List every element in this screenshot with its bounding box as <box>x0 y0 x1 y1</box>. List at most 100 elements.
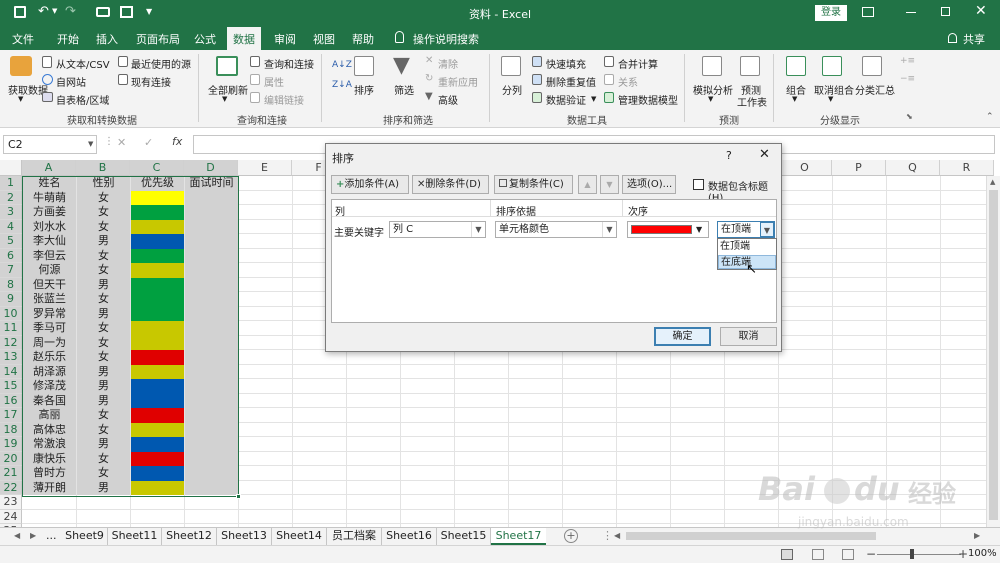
header-checkbox[interactable] <box>693 179 704 190</box>
cell[interactable] <box>185 219 238 234</box>
options-button[interactable]: 选项(O)... <box>622 175 676 194</box>
column-header[interactable]: C <box>130 160 184 176</box>
cell[interactable]: 女 <box>77 219 130 234</box>
row-header[interactable]: 23 <box>0 495 22 510</box>
select-all-corner[interactable] <box>0 160 22 176</box>
cell[interactable]: 性别 <box>77 176 130 191</box>
cell[interactable] <box>131 495 184 510</box>
position-select[interactable]: 在顶端 ▼ <box>717 221 775 238</box>
add-sheet-icon[interactable]: + <box>564 529 578 543</box>
existing-connections-button[interactable]: 现有连接 <box>131 74 171 89</box>
cell[interactable] <box>131 437 184 452</box>
column-header[interactable]: R <box>940 160 994 176</box>
relationships-button[interactable]: 关系 <box>618 74 638 89</box>
row-header[interactable]: 13 <box>0 350 22 365</box>
row-header[interactable]: 14 <box>0 364 22 379</box>
sheet-tab[interactable]: Sheet12 <box>162 528 217 545</box>
row-header[interactable]: 21 <box>0 466 22 481</box>
cell[interactable] <box>185 234 238 249</box>
position-option-top[interactable]: 在顶端 <box>718 240 776 254</box>
zoom-level[interactable]: 100% <box>968 548 997 559</box>
cell[interactable]: 女 <box>77 321 130 336</box>
cell[interactable]: 女 <box>77 248 130 263</box>
cell[interactable]: 高丽 <box>23 408 76 423</box>
from-table-button[interactable]: 自表格/区域 <box>56 92 109 107</box>
page-break-view-icon[interactable] <box>842 549 854 560</box>
cell[interactable] <box>131 350 184 365</box>
sheet-tab[interactable]: Sheet9 <box>62 528 108 545</box>
add-level-button[interactable]: +添加条件(A) <box>331 175 409 194</box>
cell[interactable] <box>131 393 184 408</box>
cell[interactable] <box>131 422 184 437</box>
data-validation-dropdown-icon[interactable]: ▼ <box>591 95 596 103</box>
cell[interactable]: 女 <box>77 263 130 278</box>
cell[interactable] <box>185 408 238 423</box>
cell[interactable] <box>131 292 184 307</box>
cell[interactable]: 常激浪 <box>23 437 76 452</box>
text-to-columns-button[interactable]: 分列 <box>502 82 522 97</box>
tab-insert[interactable]: 插入 <box>96 31 118 47</box>
cell[interactable] <box>185 393 238 408</box>
cell[interactable] <box>185 422 238 437</box>
close-icon[interactable]: ✕ <box>975 3 987 19</box>
cell[interactable] <box>131 408 184 423</box>
cell[interactable]: 男 <box>77 364 130 379</box>
cell[interactable] <box>131 248 184 263</box>
row-header[interactable]: 24 <box>0 509 22 524</box>
cell[interactable]: 方画姜 <box>23 205 76 220</box>
scroll-thumb[interactable] <box>989 190 998 520</box>
cell[interactable]: 女 <box>77 335 130 350</box>
edit-links-button[interactable]: 编辑链接 <box>264 92 304 107</box>
zoom-out-icon[interactable]: − <box>866 547 876 561</box>
cell[interactable] <box>185 248 238 263</box>
cell[interactable]: 何源 <box>23 263 76 278</box>
tab-data[interactable]: 数据 <box>227 27 261 50</box>
cancel-button[interactable]: 取消 <box>720 327 777 346</box>
cell[interactable] <box>185 205 238 220</box>
cell[interactable]: 修泽茂 <box>23 379 76 394</box>
enter-formula-icon[interactable]: ✓ <box>144 136 153 149</box>
cell[interactable]: 赵乐乐 <box>23 350 76 365</box>
get-data-dropdown-icon[interactable]: ▼ <box>18 95 23 103</box>
cell[interactable] <box>23 495 76 510</box>
order-color-select[interactable]: ▼ <box>627 221 709 238</box>
row-header[interactable]: 6 <box>0 248 22 263</box>
cell[interactable]: 男 <box>77 480 130 495</box>
group-dropdown-icon[interactable]: ▼ <box>792 95 797 103</box>
zoom-in-icon[interactable]: + <box>958 547 968 561</box>
column-header[interactable]: P <box>832 160 886 176</box>
cell[interactable]: 女 <box>77 451 130 466</box>
remove-duplicates-button[interactable]: 删除重复值 <box>546 74 596 89</box>
hscroll-thumb[interactable] <box>626 532 876 540</box>
cell[interactable] <box>131 234 184 249</box>
consolidate-button[interactable]: 合并计算 <box>618 56 658 71</box>
row-header[interactable]: 11 <box>0 321 22 336</box>
cell[interactable]: 张蓝兰 <box>23 292 76 307</box>
subtotal-button[interactable]: 分类汇总 <box>855 82 895 97</box>
cell[interactable]: 男 <box>77 393 130 408</box>
cell[interactable] <box>185 364 238 379</box>
sheet-tab-active[interactable]: Sheet17 <box>491 528 546 545</box>
cell[interactable]: 女 <box>77 422 130 437</box>
move-up-button[interactable]: ▲ <box>578 175 597 194</box>
row-header[interactable]: 9 <box>0 292 22 307</box>
name-box-dropdown-icon[interactable]: ▼ <box>88 140 93 148</box>
login-button[interactable]: 登录 <box>815 5 847 21</box>
row-header[interactable]: 22 <box>0 480 22 495</box>
fill-handle[interactable] <box>236 494 241 499</box>
cell[interactable]: 男 <box>77 437 130 452</box>
row-header[interactable]: 8 <box>0 277 22 292</box>
cell[interactable]: 牛萌萌 <box>23 190 76 205</box>
tell-me-search[interactable]: 操作说明搜索 <box>413 31 479 47</box>
cell[interactable] <box>185 466 238 481</box>
chevron-down-icon[interactable]: ▼ <box>602 222 616 237</box>
cell[interactable]: 面试时间 <box>185 176 238 191</box>
clear-button[interactable]: 清除 <box>438 56 458 71</box>
sheet-more-button[interactable]: ... <box>46 528 57 545</box>
ungroup-dropdown-icon[interactable]: ▼ <box>828 95 833 103</box>
zoom-slider[interactable] <box>877 549 961 559</box>
tab-review[interactable]: 审阅 <box>274 31 296 47</box>
cell[interactable]: 男 <box>77 379 130 394</box>
tab-home[interactable]: 开始 <box>57 31 79 47</box>
copy-level-button[interactable]: 复制条件(C) <box>494 175 573 194</box>
